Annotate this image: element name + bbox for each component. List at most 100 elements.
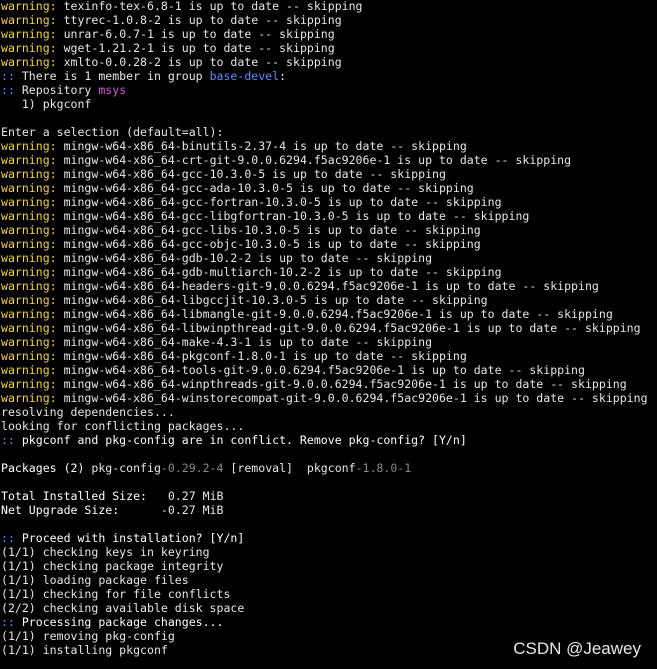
terminal-text: Proceed with installation? [Y/n]	[14, 531, 245, 545]
terminal-text: mingw-w64-x86_64-tools-git-9.0.0.6294.f5…	[56, 363, 585, 377]
terminal-text: ::	[1, 83, 22, 97]
terminal-line: warning: mingw-w64-x86_64-gdb-multiarch-…	[1, 265, 657, 279]
terminal-text: There is 1 member in group	[14, 69, 210, 83]
warning-label: warning:	[1, 195, 57, 209]
warning-label: warning:	[1, 349, 57, 363]
terminal-line: warning: wget-1.21.2-1 is up to date -- …	[1, 41, 657, 55]
warning-label: warning:	[1, 209, 57, 223]
terminal-line: warning: mingw-w64-x86_64-gcc-libgfortra…	[1, 209, 657, 223]
warning-label: warning:	[1, 181, 57, 195]
warning-label: warning:	[1, 321, 57, 335]
terminal-text: mingw-w64-x86_64-headers-git-9.0.0.6294.…	[56, 279, 599, 293]
terminal-text: Packages (2)	[1, 461, 92, 475]
terminal-text: (1/1) removing pkg-config	[1, 629, 175, 643]
warning-label: warning:	[1, 0, 57, 13]
terminal-text: mingw-w64-x86_64-pkgconf-1.8.0-1 is up t…	[56, 349, 467, 363]
terminal-text: :	[279, 69, 287, 83]
terminal-line: warning: xmlto-0.0.28-2 is up to date --…	[1, 55, 657, 69]
terminal-line: warning: mingw-w64-x86_64-gcc-objc-10.3.…	[1, 237, 657, 251]
terminal-text: (1/1) checking package integrity	[1, 559, 224, 573]
terminal-line: Total Installed Size: 0.27 MiB	[1, 489, 657, 503]
terminal-text: (1/1) checking for file conflicts	[1, 587, 231, 601]
terminal-text: mingw-w64-x86_64-gcc-fortran-10.3.0-5 is…	[56, 195, 502, 209]
warning-label: warning:	[1, 265, 57, 279]
warning-label: warning:	[1, 237, 57, 251]
terminal-line: (1/1) loading package files	[1, 573, 657, 587]
terminal-text: (1/1) loading package files	[1, 573, 189, 587]
terminal-text: mingw-w64-x86_64-binutils-2.37-4 is up t…	[56, 139, 467, 153]
terminal-text: (1/1) checking keys in keyring	[1, 545, 210, 559]
warning-label: warning:	[1, 391, 57, 405]
terminal-text: wget-1.21.2-1 is up to date -- skipping	[56, 41, 335, 55]
terminal-text: -0.27 MiB	[119, 503, 224, 517]
terminal-text: mingw-w64-x86_64-gcc-10.3.0-5 is up to d…	[56, 167, 446, 181]
terminal-line: warning: mingw-w64-x86_64-winpthreads-gi…	[1, 377, 657, 391]
terminal-line: (2/2) checking available disk space	[1, 601, 657, 615]
terminal-line: warning: mingw-w64-x86_64-crt-git-9.0.0.…	[1, 153, 657, 167]
terminal-text: texinfo-tex-6.8-1 is up to date -- skipp…	[56, 0, 363, 13]
terminal-text: mingw-w64-x86_64-make-4.3-1 is up to dat…	[56, 335, 433, 349]
warning-label: warning:	[1, 13, 57, 27]
terminal-line: warning: mingw-w64-x86_64-gdb-10.2-2 is …	[1, 251, 657, 265]
terminal-text: -1.8.0-1	[355, 461, 412, 475]
terminal-line: Net Upgrade Size: -0.27 MiB	[1, 503, 657, 517]
terminal-line: :: There is 1 member in group base-devel…	[1, 69, 657, 83]
terminal-text: pkgconf and pkg-config are in conflict. …	[14, 433, 467, 447]
warning-label: warning:	[1, 27, 57, 41]
terminal-line: warning: mingw-w64-x86_64-gcc-10.3.0-5 i…	[1, 167, 657, 181]
watermark: CSDN @Jeawey	[513, 639, 641, 658]
terminal-text: mingw-w64-x86_64-winpthreads-git-9.0.0.6…	[56, 377, 627, 391]
terminal-text: mingw-w64-x86_64-gcc-libs-10.3.0-5 is up…	[56, 223, 481, 237]
terminal-line: warning: mingw-w64-x86_64-headers-git-9.…	[1, 279, 657, 293]
terminal-text: mingw-w64-x86_64-libgccjit-10.3.0-5 is u…	[56, 293, 488, 307]
terminal-text: ::	[1, 69, 15, 83]
terminal-text: mingw-w64-x86_64-winstorecompat-git-9.0.…	[56, 391, 648, 405]
terminal-text: unrar-6.0.7-1 is up to date -- skipping	[56, 27, 335, 41]
warning-label: warning:	[1, 41, 57, 55]
terminal-text: Net Upgrade Size:	[1, 503, 120, 517]
terminal-line: Packages (2) pkg-config-0.29.2-4 [remova…	[1, 461, 657, 475]
terminal-line: :: Repository msys	[1, 83, 657, 97]
warning-label: warning:	[1, 307, 57, 321]
warning-label: warning:	[1, 251, 57, 265]
terminal-line: warning: mingw-w64-x86_64-binutils-2.37-…	[1, 139, 657, 153]
warning-label: warning:	[1, 363, 57, 377]
terminal-text: Repository	[21, 83, 99, 97]
terminal-text: mingw-w64-x86_64-libwinpthread-git-9.0.0…	[56, 321, 641, 335]
warning-label: warning:	[1, 279, 57, 293]
terminal-text: mingw-w64-x86_64-gdb-multiarch-10.2-2 is…	[56, 265, 502, 279]
terminal-text: mingw-w64-x86_64-gcc-libgfortran-10.3.0-…	[56, 209, 530, 223]
terminal-line: warning: unrar-6.0.7-1 is up to date -- …	[1, 27, 657, 41]
terminal-text: -0.29.2-4	[160, 461, 224, 475]
terminal-line: warning: mingw-w64-x86_64-libwinpthread-…	[1, 321, 657, 335]
terminal-text: (2/2) checking available disk space	[1, 601, 245, 615]
terminal-line: warning: mingw-w64-x86_64-gcc-fortran-10…	[1, 195, 657, 209]
terminal-line: warning: mingw-w64-x86_64-gcc-libs-10.3.…	[1, 223, 657, 237]
terminal-text: xmlto-0.0.28-2 is up to date -- skipping	[56, 55, 342, 69]
terminal-text: Total Installed Size:	[1, 489, 147, 503]
terminal-output[interactable]: warning: texinfo-tex-6.8-1 is up to date…	[1, 0, 657, 657]
terminal-text: resolving dependencies...	[1, 405, 175, 419]
warning-label: warning:	[1, 293, 57, 307]
terminal-line: warning: mingw-w64-x86_64-make-4.3-1 is …	[1, 335, 657, 349]
warning-label: warning:	[1, 223, 57, 237]
warning-label: warning:	[1, 377, 57, 391]
terminal-text: ::	[1, 531, 15, 545]
terminal-text: mingw-w64-x86_64-gdb-10.2-2 is up to dat…	[56, 251, 433, 265]
terminal-line: looking for conflicting packages...	[1, 419, 657, 433]
terminal-line: warning: mingw-w64-x86_64-pkgconf-1.8.0-…	[1, 349, 657, 363]
terminal-line: warning: mingw-w64-x86_64-libmangle-git-…	[1, 307, 657, 321]
terminal-text: 1) pkgconf	[1, 97, 92, 111]
terminal-line: :: Processing package changes...	[1, 615, 657, 629]
warning-label: warning:	[1, 153, 57, 167]
warning-label: warning:	[1, 55, 57, 69]
terminal-text: Processing package changes...	[14, 615, 224, 629]
warning-label: warning:	[1, 167, 57, 181]
terminal-line: warning: mingw-w64-x86_64-libgccjit-10.3…	[1, 293, 657, 307]
terminal-line: (1/1) checking for file conflicts	[1, 587, 657, 601]
warning-label: warning:	[1, 335, 57, 349]
